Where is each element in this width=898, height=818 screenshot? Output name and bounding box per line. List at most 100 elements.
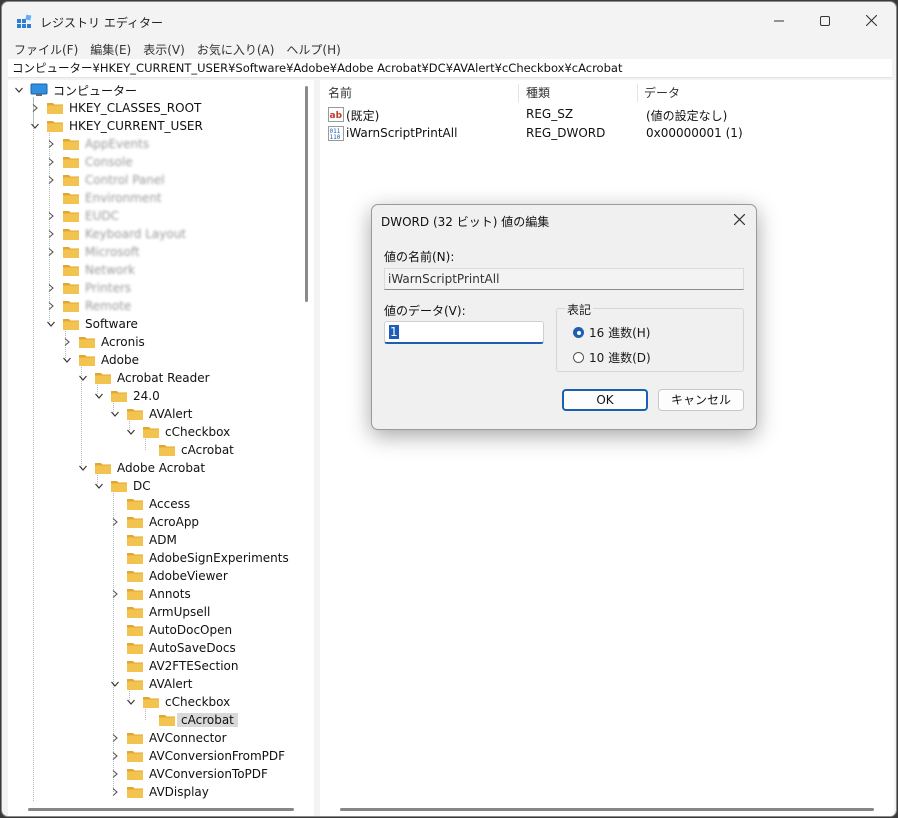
tree-node[interactable]: cAcrobat [142, 441, 234, 459]
menu-file[interactable]: ファイル(F) [2, 40, 84, 59]
tree-horizontal-scrollbar[interactable] [8, 802, 314, 816]
tree-node[interactable]: コンピューター [14, 81, 137, 99]
tree-node[interactable]: Acronis [62, 333, 145, 351]
tree-node[interactable]: Remote [46, 297, 131, 315]
chevron-right-icon[interactable] [46, 247, 56, 257]
tree-horizontal-scroll-thumb[interactable] [28, 808, 294, 811]
close-button[interactable] [848, 8, 894, 36]
tree-node[interactable]: AutoSaveDocs [110, 639, 236, 657]
chevron-right-icon[interactable] [110, 733, 120, 743]
column-header-data[interactable]: データ [644, 84, 680, 102]
tree-node[interactable]: AppEvents [46, 135, 149, 153]
tree-node[interactable]: cCheckbox [126, 423, 230, 441]
chevron-down-icon[interactable] [126, 427, 136, 437]
chevron-down-icon[interactable] [78, 373, 88, 383]
tree-node[interactable]: Console [46, 153, 133, 171]
tree-node[interactable]: Microsoft [46, 243, 140, 261]
chevron-right-icon[interactable] [46, 139, 56, 149]
tree-node[interactable]: EUDC [46, 207, 119, 225]
tree-node-label: Network [85, 263, 136, 277]
menu-edit[interactable]: 編集(E) [78, 40, 137, 59]
tree-node[interactable]: AVAlert [110, 675, 192, 693]
chevron-down-icon[interactable] [110, 679, 120, 689]
chevron-down-icon[interactable] [110, 409, 120, 419]
tree-node[interactable]: AdobeSignExperiments [110, 549, 289, 567]
chevron-down-icon[interactable] [126, 697, 136, 707]
chevron-right-icon[interactable] [30, 103, 40, 113]
tree-node[interactable]: AutoDocOpen [110, 621, 232, 639]
tree-node[interactable]: Adobe Acrobat [78, 459, 205, 477]
tree-node[interactable]: cAcrobat [142, 711, 238, 729]
tree-node[interactable]: Acrobat Reader [78, 369, 210, 387]
value-row[interactable]: ab (既定) REG_SZ (値の設定なし) [320, 106, 894, 124]
tree-node[interactable]: AdobeViewer [110, 567, 228, 585]
menu-view[interactable]: 表示(V) [131, 40, 191, 59]
chevron-right-icon[interactable] [110, 787, 120, 797]
chevron-right-icon[interactable] [110, 769, 120, 779]
list-horizontal-scrollbar[interactable] [320, 802, 894, 816]
chevron-right-icon[interactable] [46, 175, 56, 185]
tree-node[interactable]: cCheckbox [126, 693, 230, 711]
chevron-right-icon[interactable] [46, 157, 56, 167]
tree-vertical-scrollbar[interactable] [305, 86, 308, 302]
chevron-down-icon[interactable] [62, 355, 72, 365]
tree-node[interactable]: Adobe [62, 351, 139, 369]
chevron-right-icon[interactable] [110, 751, 120, 761]
column-separator[interactable] [518, 84, 519, 102]
tree-node[interactable]: AcroApp [110, 513, 199, 531]
chevron-down-icon[interactable] [14, 85, 24, 95]
list-horizontal-scroll-thumb[interactable] [340, 808, 874, 811]
chevron-right-icon[interactable] [46, 211, 56, 221]
tree-node[interactable]: 24.0 [94, 387, 160, 405]
tree-node[interactable]: ArmUpsell [110, 603, 210, 621]
tree-node[interactable]: DC [94, 477, 151, 495]
ok-button[interactable]: OK [562, 389, 648, 411]
tree-node[interactable]: AVConversionToPDF [110, 765, 268, 783]
chevron-right-icon[interactable] [62, 337, 72, 347]
tree-node[interactable]: AVConversionFromPDF [110, 747, 285, 765]
chevron-right-icon[interactable] [46, 229, 56, 239]
tree-node[interactable]: AVConnector [110, 729, 227, 747]
radio-decimal[interactable]: 10 進数(D) [573, 349, 651, 366]
chevron-right-icon[interactable] [110, 589, 120, 599]
minimize-button[interactable] [756, 8, 802, 36]
tree-node[interactable]: Printers [46, 279, 131, 297]
menu-help[interactable]: ヘルプ(H) [274, 40, 346, 59]
value-data-input[interactable]: 1 [384, 321, 544, 344]
chevron-down-icon[interactable] [30, 121, 40, 131]
column-header-type[interactable]: 種類 [526, 84, 550, 102]
column-separator[interactable] [637, 84, 638, 102]
cancel-button[interactable]: キャンセル [658, 389, 744, 411]
menu-favorites[interactable]: お気に入り(A) [185, 40, 281, 59]
tree-node[interactable]: HKEY_CURRENT_USER [30, 117, 203, 135]
radio-hexadecimal[interactable]: 16 進数(H) [573, 324, 650, 341]
key-tree[interactable]: コンピューター HKEY_CLASSES_ROOT HKEY_CURRENT_USE… [8, 80, 314, 802]
chevron-down-icon[interactable] [78, 463, 88, 473]
chevron-down-icon[interactable] [94, 481, 104, 491]
maximize-button[interactable] [802, 8, 848, 36]
tree-node[interactable]: Annots [110, 585, 191, 603]
chevron-right-icon[interactable] [110, 517, 120, 527]
address-bar[interactable]: コンピューター¥HKEY_CURRENT_USER¥Software¥Adobe… [8, 59, 892, 78]
tree-node[interactable]: Software [46, 315, 138, 333]
tree-node[interactable]: HKEY_CLASSES_ROOT [30, 99, 201, 117]
value-list[interactable]: 名前 種類 データ ab (既定) REG_SZ (値の設定なし) 011 11… [320, 80, 894, 802]
column-header-name[interactable]: 名前 [328, 84, 352, 102]
tree-node[interactable]: AV2FTESection [110, 657, 238, 675]
tree-node[interactable]: Keyboard Layout [46, 225, 186, 243]
tree-node[interactable]: Access [110, 495, 190, 513]
dialog-close-button[interactable] [728, 211, 750, 231]
chevron-right-icon[interactable] [46, 301, 56, 311]
tree-node[interactable]: AVDisplay [110, 783, 209, 801]
tree-node[interactable]: ADM [110, 531, 177, 549]
chevron-down-icon[interactable] [94, 391, 104, 401]
tree-node[interactable]: Environment [46, 189, 162, 207]
title-bar[interactable]: レジストリ エディター [2, 2, 896, 40]
chevron-down-icon[interactable] [46, 319, 56, 329]
tree-node[interactable]: AVAlert [110, 405, 192, 423]
tree-node-label: Environment [85, 191, 162, 205]
tree-node[interactable]: Network [46, 261, 135, 279]
value-row[interactable]: 011 110 iWarnScriptPrintAll REG_DWORD 0x… [320, 125, 894, 143]
tree-node[interactable]: Control Panel [46, 171, 165, 189]
chevron-right-icon[interactable] [46, 283, 56, 293]
